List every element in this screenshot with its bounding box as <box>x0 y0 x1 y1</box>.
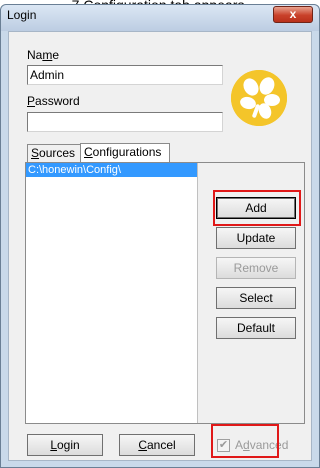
cancel-button[interactable]: Cancel <box>119 434 195 456</box>
advanced-checkbox[interactable]: ✔ <box>217 439 230 452</box>
dialog-client-area: Name Admin Password Sources Configuratio… <box>8 31 312 461</box>
password-label: Password <box>27 94 80 108</box>
update-button[interactable]: Update <box>216 227 296 249</box>
advanced-label: Advanced <box>235 438 289 452</box>
tab-sources-label: Sources <box>31 146 76 160</box>
title-bar[interactable]: Login x <box>1 5 319 31</box>
list-item[interactable]: C:\honewin\Config\ <box>26 163 197 177</box>
default-button[interactable]: Default <box>216 317 296 339</box>
remove-button[interactable]: Remove <box>216 257 296 279</box>
login-button-label: Login <box>50 438 80 452</box>
tab-configurations[interactable]: Configurations <box>80 143 170 162</box>
name-field[interactable]: Admin <box>27 65 223 85</box>
close-button[interactable]: x <box>273 6 313 23</box>
window-title: Login <box>7 8 37 22</box>
tab-configurations-label: Configurations <box>84 145 162 159</box>
select-button[interactable]: Select <box>216 287 296 309</box>
login-button[interactable]: Login <box>27 434 103 456</box>
cancel-button-label: Cancel <box>138 438 176 452</box>
add-button[interactable]: Add <box>216 197 296 219</box>
close-icon: x <box>289 7 297 21</box>
configuration-list[interactable]: C:\honewin\Config\ <box>26 163 198 423</box>
login-window: Login x Name Admin Password Sources Conf… <box>0 4 320 468</box>
configurations-panel: C:\honewin\Config\ Add Update Remove Sel… <box>25 162 305 424</box>
password-field[interactable] <box>27 112 223 132</box>
name-label: Name <box>27 48 60 62</box>
daisy-logo-icon <box>231 70 287 126</box>
tab-sources[interactable]: Sources <box>27 144 81 162</box>
